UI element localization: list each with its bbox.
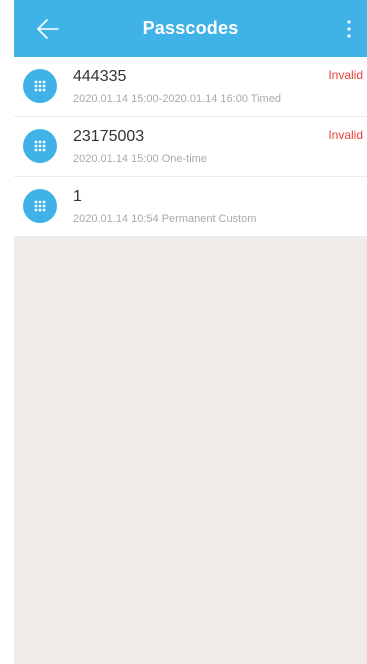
keypad-glyph	[34, 140, 46, 152]
passcode-details: 2020.01.14 15:00 One-time	[73, 153, 207, 165]
status-badge: Invalid	[328, 128, 363, 142]
keypad-icon	[23, 69, 57, 103]
passcode-list: 444335 2020.01.14 15:00-2020.01.14 16:00…	[14, 57, 367, 236]
page-title: Passcodes	[142, 18, 239, 38]
passcode-value: 1	[73, 188, 82, 205]
back-button[interactable]	[32, 15, 62, 43]
more-vertical-icon	[347, 20, 351, 38]
keypad-glyph	[34, 200, 46, 212]
arrow-left-icon	[37, 19, 59, 39]
keypad-icon	[23, 129, 57, 163]
keypad-glyph	[34, 80, 46, 92]
app-screen: Passcodes 444335 2020.01.14 15:00-2020.0…	[14, 0, 367, 664]
more-options-button[interactable]	[343, 17, 355, 41]
keypad-icon	[23, 189, 57, 223]
status-badge: Invalid	[328, 68, 363, 82]
passcode-details: 2020.01.14 15:00-2020.01.14 16:00 Timed	[73, 93, 281, 105]
passcode-details: 2020.01.14 10:54 Permanent Custom	[73, 213, 257, 225]
passcode-row[interactable]: 23175003 2020.01.14 15:00 One-time Inval…	[14, 117, 367, 177]
header-bar: Passcodes	[14, 0, 367, 57]
passcode-row[interactable]: 444335 2020.01.14 15:00-2020.01.14 16:00…	[14, 57, 367, 117]
passcode-value: 444335	[73, 68, 127, 85]
passcode-value: 23175003	[73, 128, 145, 145]
passcode-row[interactable]: 1 2020.01.14 10:54 Permanent Custom	[14, 177, 367, 236]
